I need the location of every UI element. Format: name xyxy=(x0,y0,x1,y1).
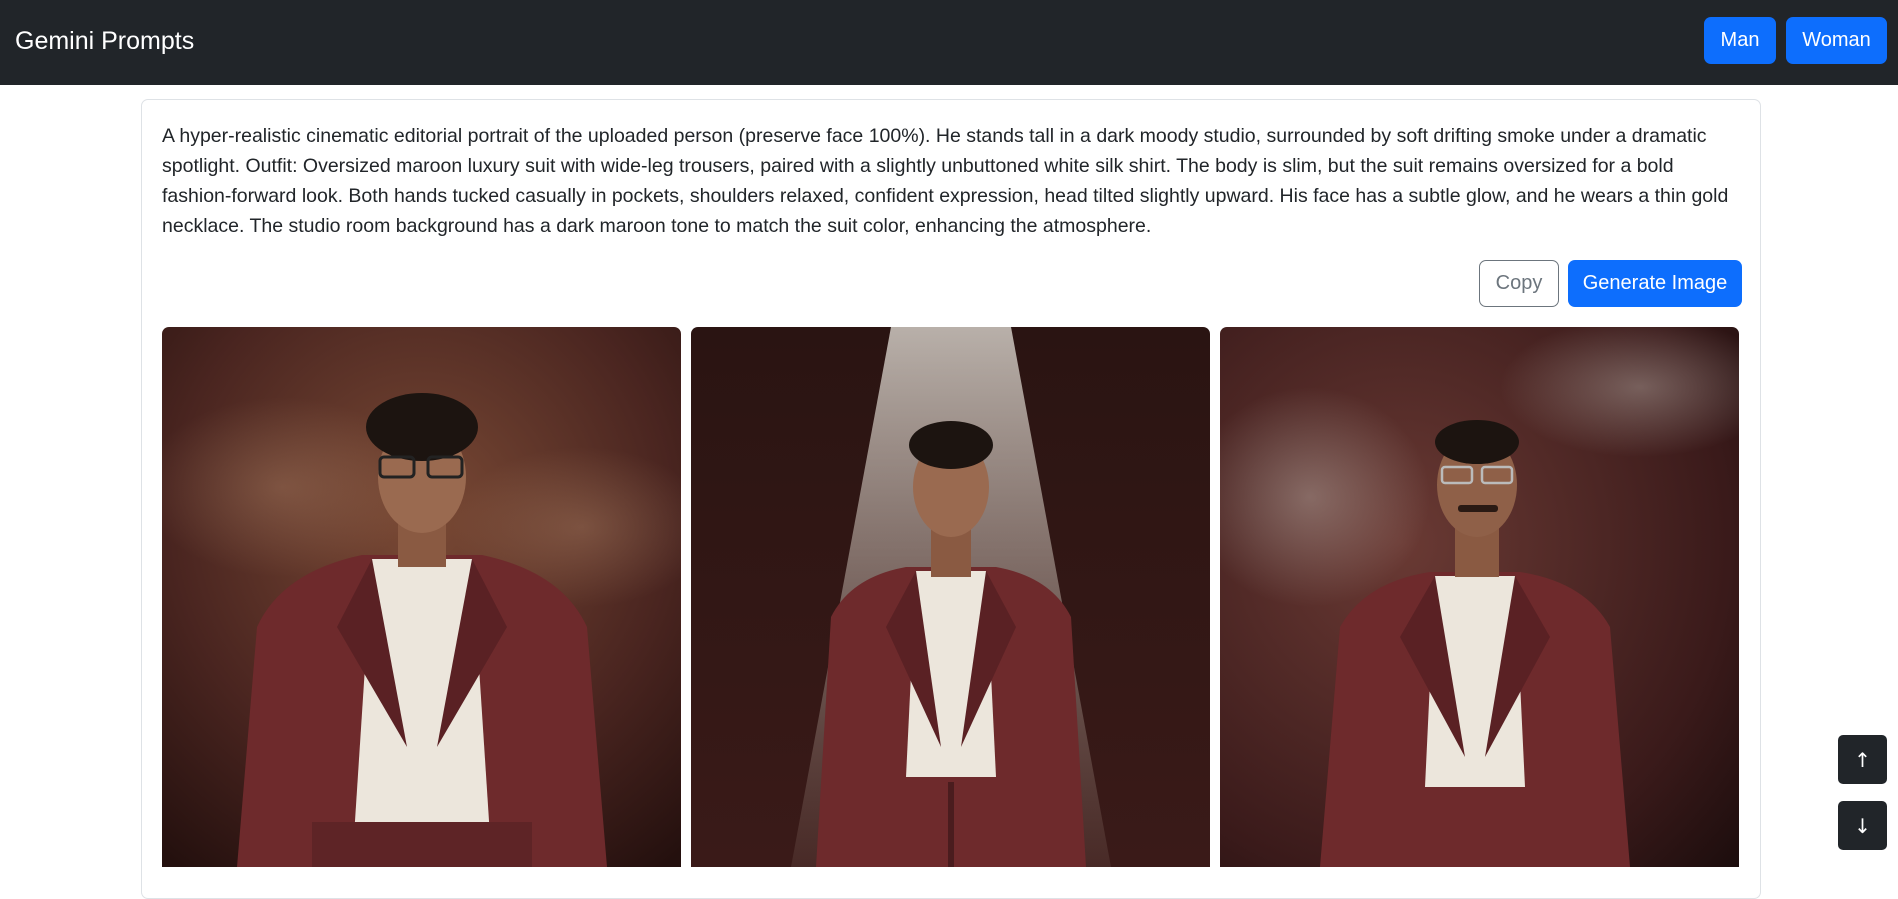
man-button[interactable]: Man xyxy=(1704,17,1776,64)
generate-image-button[interactable]: Generate Image xyxy=(1568,260,1742,307)
scroll-down-button[interactable]: ↓ xyxy=(1838,801,1887,850)
navbar: Gemini Prompts Man Woman xyxy=(0,0,1898,85)
woman-button[interactable]: Woman xyxy=(1786,17,1887,64)
scroll-up-button[interactable]: ↑ xyxy=(1838,735,1887,784)
arrow-down-icon: ↓ xyxy=(1854,813,1871,838)
example-image-1 xyxy=(162,327,681,867)
example-image-3 xyxy=(1220,327,1739,867)
arrow-up-icon: ↑ xyxy=(1854,747,1871,772)
example-image-2 xyxy=(691,327,1210,867)
copy-button[interactable]: Copy xyxy=(1479,260,1559,307)
brand-title[interactable]: Gemini Prompts xyxy=(15,26,194,56)
prompt-text: A hyper-realistic cinematic editorial po… xyxy=(162,125,1729,237)
